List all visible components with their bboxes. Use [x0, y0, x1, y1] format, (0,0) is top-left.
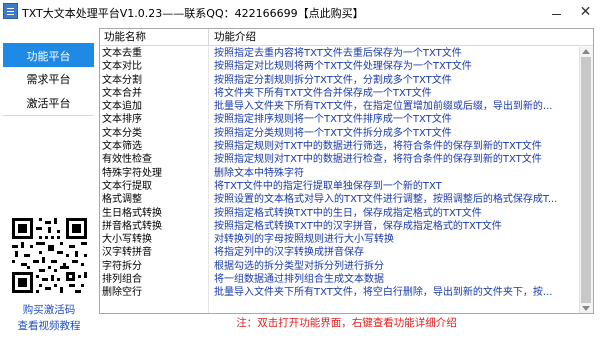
window-title[interactable]: TXT大文本处理平台V1.0.23——联系QQ：422166699【点此购买】: [22, 5, 364, 21]
app-icon: [3, 3, 18, 19]
qr-code-icon: [12, 218, 87, 293]
table-row[interactable]: 生日格式转换 按照指定格式转换TXT中的生日，保存成指定格式的TXT文件: [100, 207, 578, 220]
function-description-cell: 将TXT文件中的指定行提取单独保存到一个新的TXT: [214, 180, 442, 192]
function-name-cell: 有效性检查: [102, 154, 152, 166]
table-row[interactable]: 文本筛选 按照指定规则对TXT中的数据进行筛选，将符合条件的保存到新的TXT文件: [100, 140, 578, 153]
table-row[interactable]: 格式调整 按照设置的文本格式对导入的TXT文件进行调整，按照调整后的格式保存成T.…: [100, 193, 578, 206]
function-description-cell: 将指定列中的汉字转换成拼音保存: [214, 247, 364, 259]
table-row[interactable]: 文本合并 将文件夹下所有TXT文件合并保存成一个TXT文件: [100, 87, 578, 100]
function-name-cell: 字符拆分: [102, 260, 142, 272]
table-header: 功能名称 功能介绍: [100, 29, 593, 46]
function-name-cell: 文本追加: [102, 101, 142, 113]
table-row[interactable]: 文本对比 按照指定对比规则将两个TXT文件处理保存为一个TXT文件: [100, 60, 578, 73]
sidebar-item-requirement-platform[interactable]: 需求平台: [3, 67, 94, 92]
function-name-cell: 文本分类: [102, 127, 142, 139]
function-name-cell: 拼音格式转换: [102, 220, 162, 232]
title-bar[interactable]: TXT大文本处理平台V1.0.23——联系QQ：422166699【点此购买】 …: [0, 0, 600, 24]
table-row[interactable]: 文本行提取 将TXT文件中的指定行提取单独保存到一个新的TXT: [100, 180, 578, 193]
table-row[interactable]: 大小写转换 对转换列的字母按照规则进行大小写转换: [100, 233, 578, 246]
function-name-cell: 文本排序: [102, 114, 142, 126]
buy-activation-code-link[interactable]: 购买激活码: [0, 302, 98, 317]
scroll-up-icon[interactable]: [582, 49, 590, 54]
function-name-cell: 排列组合: [102, 274, 142, 286]
function-name-cell: 生日格式转换: [102, 207, 162, 219]
status-hint: 注：双击打开功能界面，右键查看功能详细介绍: [236, 317, 457, 329]
video-tutorial-link[interactable]: 查看视频教程: [0, 318, 98, 333]
function-description-cell: 批量导入文件夹下所有TXT文件，将空白行删除，导出到新的文件夹下，按...: [214, 287, 553, 299]
column-header-description[interactable]: 功能介绍: [214, 29, 256, 46]
function-description-cell: 按照指定规则对TXT中的数据进行检查，将符合条件的保存到新的TXT文件: [214, 154, 542, 166]
function-description-cell: 对转换列的字母按照规则进行大小写转换: [214, 234, 394, 246]
table-row[interactable]: 文本分割 按照指定分割规则拆分TXT文件，分割成多个TXT文件: [100, 74, 578, 87]
table-row[interactable]: 字符拆分 根据勾选的拆分类型对拆分列进行拆分: [100, 260, 578, 273]
function-description-cell: 按照设置的文本格式对导入的TXT文件进行调整，按照调整后的格式保存成T...: [214, 194, 558, 206]
function-description-cell: 按照指定排序规则将一个TXT文件排序成一个TXT文件: [214, 114, 452, 126]
function-name-cell: 格式调整: [102, 194, 142, 206]
table-row[interactable]: 文本去重 按照指定去重内容将TXT文件去重后保存为一个TXT文件: [100, 47, 578, 60]
close-button[interactable]: ✕: [572, 0, 599, 24]
function-name-cell: 文本对比: [102, 61, 142, 73]
function-name-cell: 文本分割: [102, 74, 142, 86]
sidebar-item-function-platform[interactable]: 功能平台: [3, 43, 94, 68]
function-description-cell: 将一组数据通过排列组合生成文本数据: [214, 274, 384, 286]
table-row[interactable]: 汉字转拼音 将指定列中的汉字转换成拼音保存: [100, 246, 578, 259]
scrollbar-thumb[interactable]: [581, 57, 591, 303]
table-row[interactable]: 特殊字符处理 删除文本中特殊字符: [100, 167, 578, 180]
function-name-cell: 文本筛选: [102, 141, 142, 153]
table-row[interactable]: 排列组合 将一组数据通过排列组合生成文本数据: [100, 273, 578, 286]
minimize-icon: [552, 13, 561, 15]
scroll-down-icon[interactable]: [582, 306, 590, 311]
function-name-cell: 文本合并: [102, 87, 142, 99]
table-row[interactable]: 有效性检查 按照指定规则对TXT中的数据进行检查，将符合条件的保存到新的TXT文件: [100, 153, 578, 166]
main-window: TXT大文本处理平台V1.0.23——联系QQ：422166699【点此购买】 …: [0, 0, 600, 338]
function-description-cell: 按照指定分割规则拆分TXT文件，分割成多个TXT文件: [214, 74, 452, 86]
function-name-cell: 文本去重: [102, 48, 142, 59]
table-row[interactable]: 拼音格式转换 按照指定格式转换TXT中的汉字拼音，保存成指定格式的TXT文件: [100, 220, 578, 233]
function-name-cell: 特殊字符处理: [102, 167, 162, 179]
column-header-name[interactable]: 功能名称: [104, 29, 146, 46]
function-table[interactable]: 功能名称 功能介绍 文本去重 按照指定去重内容将TXT文件去重后保存为一个TXT文…: [99, 28, 594, 314]
sidebar-item-activation-platform[interactable]: 激活平台: [3, 91, 94, 116]
function-description-cell: 按照指定格式转换TXT中的汉字拼音，保存成指定格式的TXT文件: [214, 220, 502, 232]
function-description-cell: 按照指定规则对TXT中的数据进行筛选，将符合条件的保存到新的TXT文件: [214, 141, 542, 153]
function-description-cell: 按照指定对比规则将两个TXT文件处理保存为一个TXT文件: [214, 61, 472, 73]
table-row[interactable]: 文本排序 按照指定排序规则将一个TXT文件排序成一个TXT文件: [100, 113, 578, 126]
function-description-cell: 删除文本中特殊字符: [214, 167, 304, 179]
minimize-button[interactable]: [543, 0, 570, 24]
function-name-cell: 大小写转换: [102, 234, 152, 246]
function-description-cell: 按照指定去重内容将TXT文件去重后保存为一个TXT文件: [214, 48, 462, 59]
function-description-cell: 批量导入文件夹下所有TXT文件，在指定位置增加前缀或后缀，导出到新的...: [214, 101, 553, 113]
function-name-cell: 删除空行: [102, 287, 142, 299]
table-body: 文本去重 按照指定去重内容将TXT文件去重后保存为一个TXT文件文本对比 按照指定对…: [100, 47, 578, 300]
function-name-cell: 汉字转拼音: [102, 247, 152, 259]
close-icon: ✕: [579, 4, 592, 20]
table-row[interactable]: 删除空行 批量导入文件夹下所有TXT文件，将空白行删除，导出到新的文件夹下，按..…: [100, 286, 578, 299]
table-row[interactable]: 文本分类 按照指定分类规则将一个TXT文件拆分成多个TXT文件: [100, 127, 578, 140]
sidebar: 功能平台 需求平台 激活平台 购买激活码 查看视频教程: [0, 40, 96, 338]
function-description-cell: 按照指定格式转换TXT中的生日，保存成指定格式的TXT文件: [214, 207, 482, 219]
column-separator[interactable]: [208, 29, 209, 46]
table-row[interactable]: 文本追加 批量导入文件夹下所有TXT文件，在指定位置增加前缀或后缀，导出到新的..…: [100, 100, 578, 113]
function-description-cell: 将文件夹下所有TXT文件合并保存成一个TXT文件: [214, 87, 432, 99]
function-name-cell: 文本行提取: [102, 180, 152, 192]
function-description-cell: 根据勾选的拆分类型对拆分列进行拆分: [214, 260, 384, 272]
function-description-cell: 按照指定分类规则将一个TXT文件拆分成多个TXT文件: [214, 127, 452, 139]
